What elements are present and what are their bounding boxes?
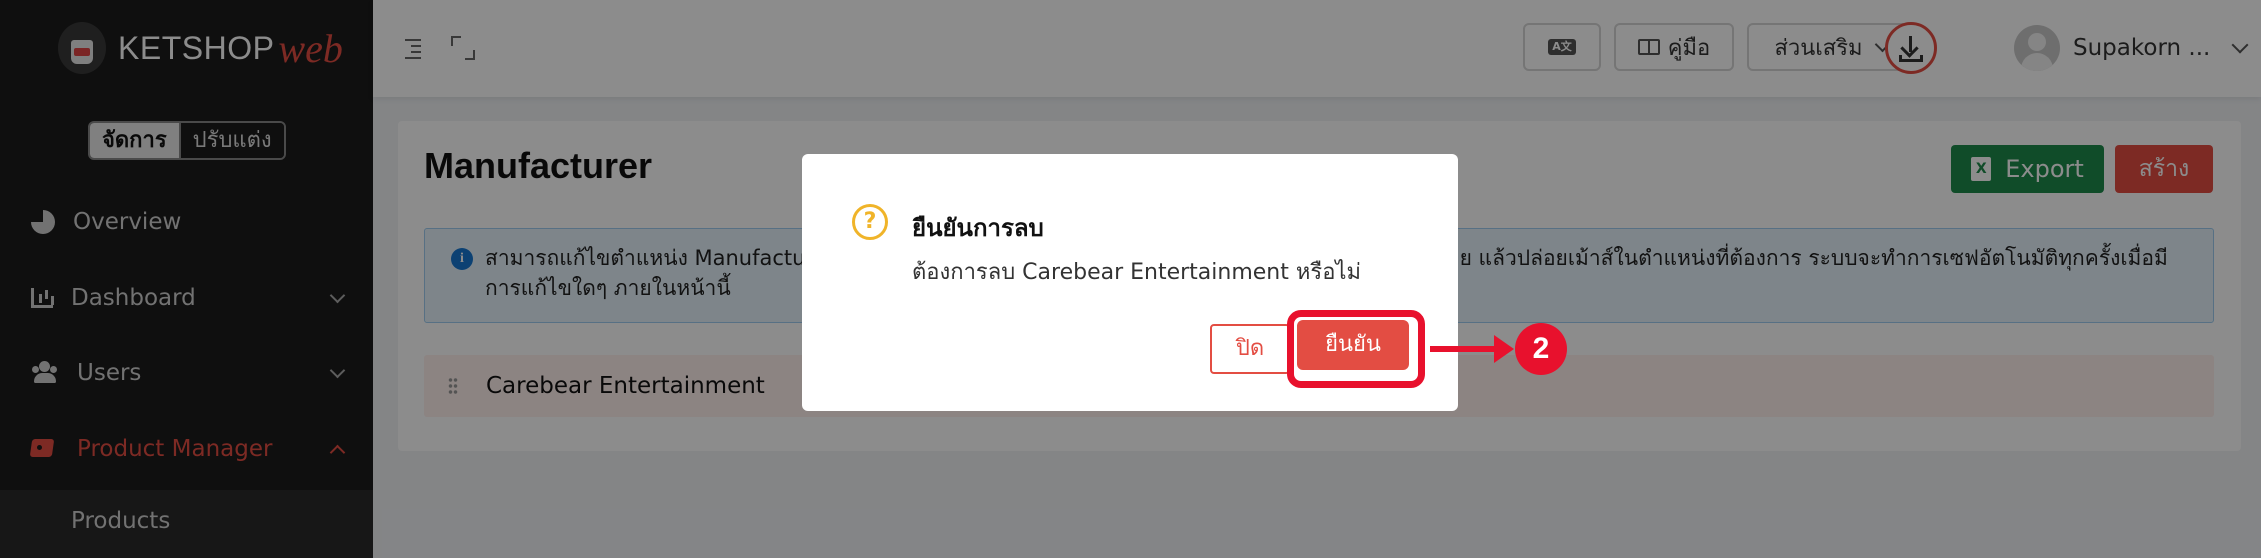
confirm-delete-dialog: ? ยืนยันการลบ ต้องการลบ Carebear Enterta… xyxy=(802,154,1458,411)
dialog-title: ยืนยันการลบ xyxy=(912,214,1044,242)
close-button[interactable]: ปิด xyxy=(1210,324,1290,374)
confirm-button[interactable]: ยืนยัน xyxy=(1297,320,1409,370)
step-badge: 2 xyxy=(1515,323,1567,375)
annotation-arrow xyxy=(1430,346,1500,352)
question-icon: ? xyxy=(852,204,888,240)
arrow-right-icon xyxy=(1494,335,1514,363)
dialog-message: ต้องการลบ Carebear Entertainment หรือไม่ xyxy=(912,260,1361,285)
